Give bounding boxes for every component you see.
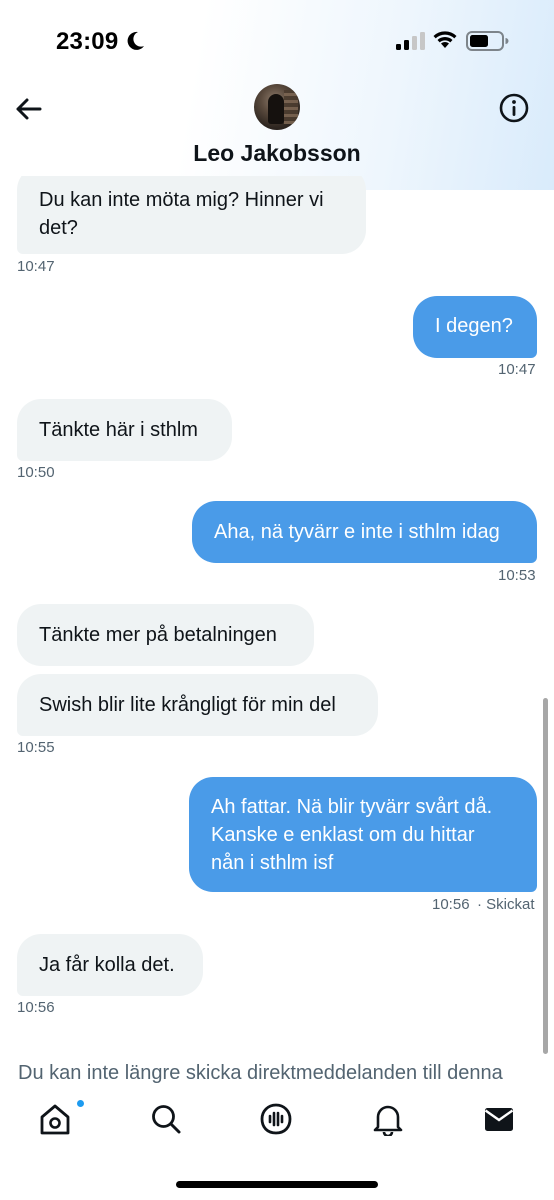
notification-dot xyxy=(76,1099,85,1108)
back-arrow-icon[interactable] xyxy=(12,92,46,126)
moon-icon xyxy=(127,31,144,50)
message-outgoing[interactable]: Aha, nä tyvärr e inte i sthlm idag xyxy=(192,501,537,563)
message-timestamp: 10:47 xyxy=(17,258,55,275)
message-status: · Skickat xyxy=(477,896,535,913)
message-timestamp: 10:53 xyxy=(498,567,536,584)
avatar-photo-detail xyxy=(284,90,298,124)
message-list[interactable]: Du kan inte möta mig? Hinner vi det? 10:… xyxy=(0,176,554,1056)
message-text-line: det? xyxy=(39,217,78,239)
message-timestamp: 10:56 xyxy=(17,999,55,1016)
spaces-icon[interactable] xyxy=(259,1102,293,1136)
notifications-icon[interactable] xyxy=(371,1102,405,1136)
message-incoming[interactable]: Ja får kolla det. xyxy=(17,934,203,996)
message-timestamp: 10:47 xyxy=(498,361,536,378)
message-text: Ja får kolla det. xyxy=(17,934,203,996)
search-icon[interactable] xyxy=(149,1102,183,1136)
info-icon[interactable] xyxy=(498,92,530,124)
message-outgoing[interactable]: I degen? xyxy=(413,296,537,358)
message-incoming[interactable]: Tänkte mer på betalningen xyxy=(17,604,314,666)
contact-name[interactable]: Leo Jakobsson xyxy=(0,140,554,167)
message-outgoing[interactable]: Ah fattar. Nä blir tyvärr svårt då. Kans… xyxy=(189,777,537,892)
conversation-header: Leo Jakobsson xyxy=(0,80,554,176)
message-text: Tänkte här i sthlm xyxy=(17,399,232,461)
message-incoming[interactable]: Swish blir lite krångligt för min del xyxy=(17,674,378,736)
message-text: I degen? xyxy=(413,296,537,358)
home-indicator[interactable] xyxy=(176,1181,378,1188)
cellular-signal-icon xyxy=(396,32,425,50)
message-incoming[interactable]: Tänkte här i sthlm xyxy=(17,399,232,461)
message-incoming[interactable]: Du kan inte möta mig? Hinner vi det? xyxy=(17,176,366,254)
message-text: Tänkte mer på betalningen xyxy=(17,604,314,666)
message-timestamp: 10:50 xyxy=(17,464,55,481)
dm-restricted-notice: Du kan inte längre skicka direktmeddelan… xyxy=(18,1062,503,1084)
message-timestamp: 10:56 xyxy=(432,896,470,913)
messages-icon[interactable] xyxy=(482,1102,516,1136)
message-timestamp: 10:55 xyxy=(17,739,55,756)
avatar-photo-figure xyxy=(268,94,284,124)
wifi-icon xyxy=(433,31,457,48)
status-time: 23:09 xyxy=(56,28,119,55)
message-text-line: Kanske e enklast om du hittar xyxy=(211,824,475,846)
status-bar: 23:09 xyxy=(0,0,554,80)
contact-avatar[interactable] xyxy=(254,84,300,130)
message-text: Swish blir lite krångligt för min del xyxy=(17,674,378,736)
message-text-line: Du kan inte möta mig? Hinner vi xyxy=(39,189,324,211)
message-text: Aha, nä tyvärr e inte i sthlm idag xyxy=(192,501,537,563)
home-icon[interactable] xyxy=(38,1102,72,1136)
message-text-line: Ah fattar. Nä blir tyvärr svårt då. xyxy=(211,796,493,818)
message-text-line: nån i sthlm isf xyxy=(211,852,334,874)
battery-icon xyxy=(466,31,509,51)
scrollbar[interactable] xyxy=(543,698,548,1054)
